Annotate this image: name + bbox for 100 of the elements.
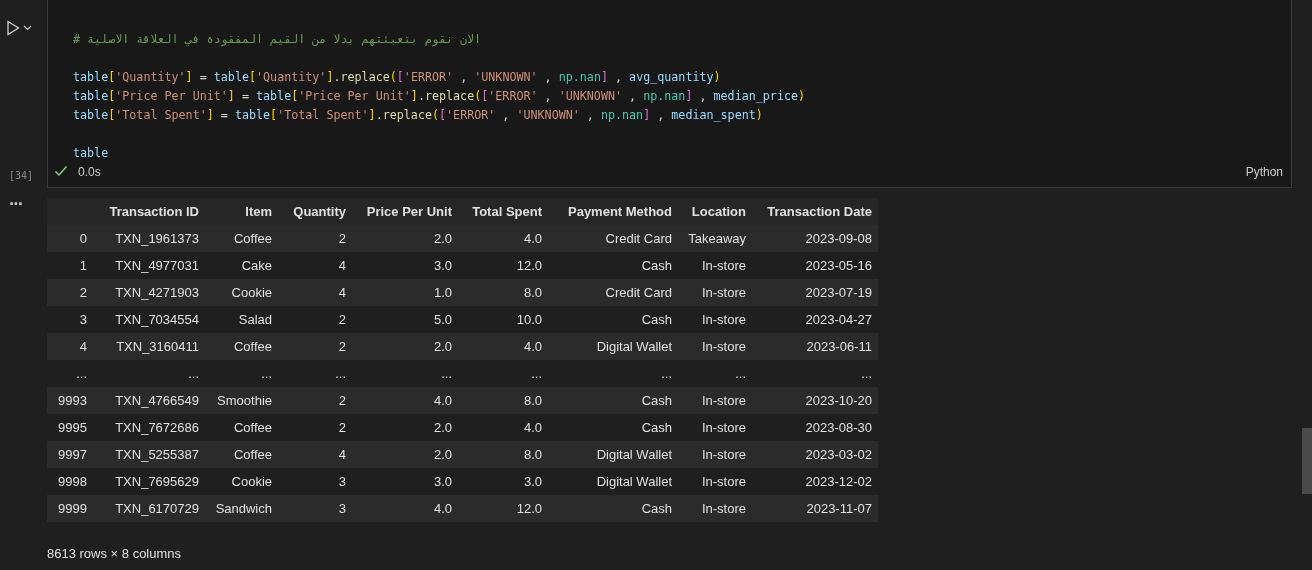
table-cell: Cash <box>548 252 678 279</box>
table-cell: 2 <box>278 414 352 441</box>
table-cell: Cash <box>548 495 678 522</box>
table-cell: 2 <box>278 306 352 333</box>
table-cell: ... <box>752 360 878 387</box>
code-line: table['Quantity'] = table['Quantity'].replace(['ERROR' , 'UNKNOWN' , np.nan] , avg_quantity) <box>73 69 722 86</box>
more-actions-button[interactable]: ... <box>9 192 22 208</box>
table-cell: In-store <box>678 495 752 522</box>
row-index: 9997 <box>47 441 93 468</box>
table-cell: 2023-07-19 <box>752 279 878 306</box>
table-cell: ... <box>548 360 678 387</box>
table-cell: TXN_4977031 <box>93 252 205 279</box>
table-cell: 12.0 <box>458 495 548 522</box>
code-comment: # الان نقوم بتعبئتهم بدلا من القيم المفقودة في العلاقة الاصلية <box>73 31 483 48</box>
table-cell: 1.0 <box>352 279 458 306</box>
code-line: table['Price Per Unit'] = table['Price Per Unit'].replace(['ERROR' , 'UNKNOWN' , np.nan] , median_price) <box>73 88 807 105</box>
table-cell: TXN_3160411 <box>93 333 205 360</box>
code-line: table['Total Spent'] = table['Total Spent'].replace(['ERROR' , 'UNKNOWN' , np.nan] , median_spent) <box>73 107 764 124</box>
table-cell: Digital Wallet <box>548 333 678 360</box>
table-cell: Coffee <box>205 225 278 252</box>
code-line: table <box>73 145 110 162</box>
table-cell: 2.0 <box>352 414 458 441</box>
table-cell: 10.0 <box>458 306 548 333</box>
column-header: Transaction Date <box>752 198 878 225</box>
table-cell: Smoothie <box>205 387 278 414</box>
table-cell: ... <box>352 360 458 387</box>
table-cell: 4 <box>278 279 352 306</box>
table-cell: 2023-06-11 <box>752 333 878 360</box>
row-index: 2 <box>47 279 93 306</box>
table-cell: 3.0 <box>352 468 458 495</box>
table-cell: ... <box>278 360 352 387</box>
column-header: Transaction ID <box>93 198 205 225</box>
table-cell: 2023-12-02 <box>752 468 878 495</box>
table-cell: Coffee <box>205 414 278 441</box>
table-cell: ... <box>678 360 752 387</box>
table-cell: 2023-05-16 <box>752 252 878 279</box>
column-header: Quantity <box>278 198 352 225</box>
run-button[interactable] <box>6 20 32 36</box>
table-cell: In-store <box>678 441 752 468</box>
execution-time: 0.0s <box>78 165 101 179</box>
table-cell: Cookie <box>205 468 278 495</box>
column-header: Location <box>678 198 752 225</box>
code-cell[interactable] <box>47 0 1292 188</box>
table-cell: 4 <box>278 252 352 279</box>
table-cell: 8.0 <box>458 441 548 468</box>
table-cell: 4.0 <box>352 387 458 414</box>
table-cell: Credit Card <box>548 279 678 306</box>
table-cell: 2023-11-07 <box>752 495 878 522</box>
table-cell: 2023-04-27 <box>752 306 878 333</box>
column-header: Payment Method <box>548 198 678 225</box>
table-cell: 2 <box>278 387 352 414</box>
table-cell: 2023-08-30 <box>752 414 878 441</box>
table-cell: TXN_6170729 <box>93 495 205 522</box>
table-cell: TXN_5255387 <box>93 441 205 468</box>
table-cell: In-store <box>678 279 752 306</box>
table-cell: ... <box>93 360 205 387</box>
row-index: 9993 <box>47 387 93 414</box>
table-cell: 2023-09-08 <box>752 225 878 252</box>
execution-count: [34] <box>9 170 34 181</box>
table-cell: Cake <box>205 252 278 279</box>
table-cell: TXN_4766549 <box>93 387 205 414</box>
column-header: Item <box>205 198 278 225</box>
row-index: 1 <box>47 252 93 279</box>
row-index: 9998 <box>47 468 93 495</box>
play-icon <box>6 20 20 36</box>
table-cell: Credit Card <box>548 225 678 252</box>
table-cell: Cookie <box>205 279 278 306</box>
table-cell: 2 <box>278 333 352 360</box>
table-cell: ... <box>458 360 548 387</box>
table-cell: 4.0 <box>458 333 548 360</box>
table-cell: 4.0 <box>458 414 548 441</box>
table-cell: 3.0 <box>352 252 458 279</box>
table-cell: 4.0 <box>458 225 548 252</box>
table-cell: In-store <box>678 306 752 333</box>
table-cell: Salad <box>205 306 278 333</box>
table-cell: 8.0 <box>458 279 548 306</box>
table-cell: 2.0 <box>352 225 458 252</box>
row-index: 3 <box>47 306 93 333</box>
chevron-down-icon <box>23 25 32 31</box>
column-header: Total Spent <box>458 198 548 225</box>
row-index: 9999 <box>47 495 93 522</box>
table-cell: 12.0 <box>458 252 548 279</box>
row-index: 0 <box>47 225 93 252</box>
table-cell: Cash <box>548 387 678 414</box>
table-cell: 4.0 <box>352 495 458 522</box>
table-cell: TXN_7695629 <box>93 468 205 495</box>
table-cell: 3 <box>278 495 352 522</box>
language-label[interactable]: Python <box>1245 165 1283 179</box>
column-header: Price Per Unit <box>352 198 458 225</box>
table-cell: 2023-03-02 <box>752 441 878 468</box>
table-cell: TXN_7672686 <box>93 414 205 441</box>
table-cell: ... <box>205 360 278 387</box>
table-cell: Coffee <box>205 441 278 468</box>
table-cell: In-store <box>678 468 752 495</box>
table-cell: 2 <box>278 225 352 252</box>
table-cell: Takeaway <box>678 225 752 252</box>
row-index: 9995 <box>47 414 93 441</box>
table-cell: Cash <box>548 414 678 441</box>
table-cell: 8.0 <box>458 387 548 414</box>
scrollbar-thumb[interactable] <box>1302 428 1312 494</box>
